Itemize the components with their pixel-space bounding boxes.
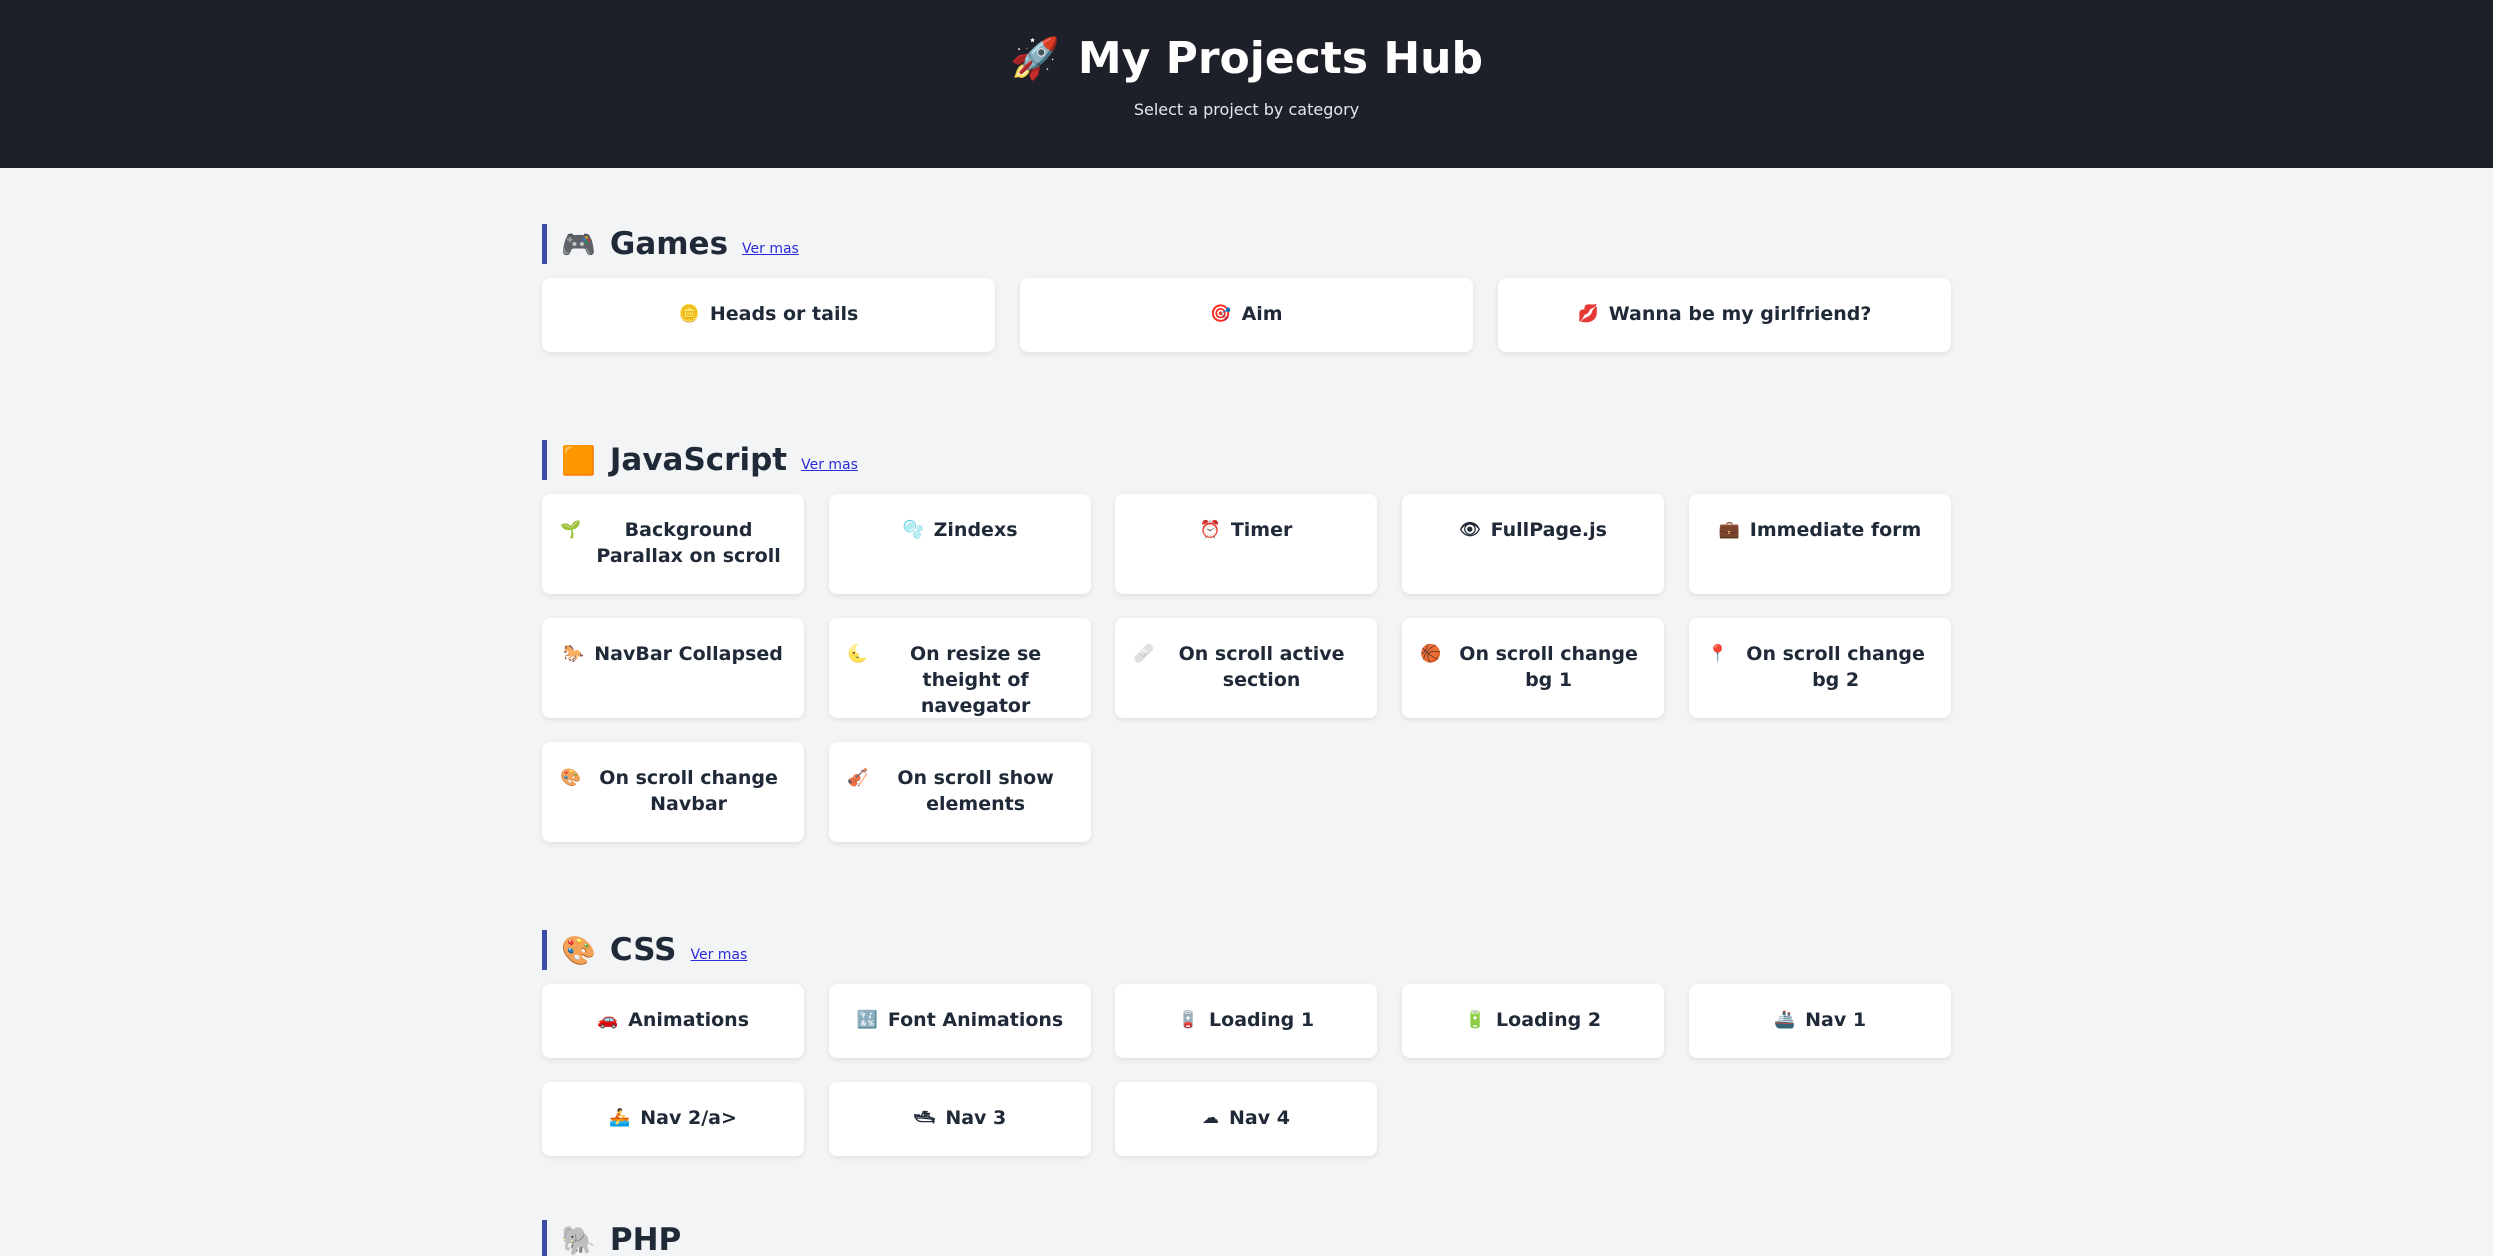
project-card-label: NavBar Collapsed — [594, 643, 783, 665]
horse-icon: 🐎 — [563, 644, 585, 664]
page-subtitle: Select a project by category — [1133, 100, 1360, 119]
project-card-label: Loading 1 — [1209, 1009, 1315, 1031]
project-card-zindexs[interactable]: 🫧 Zindexs — [829, 494, 1091, 594]
project-card-heads-or-tails[interactable]: 🪙 Heads or tails — [542, 278, 995, 352]
rower-icon: 🚣 — [609, 1108, 631, 1128]
target-icon: 🎯 — [1210, 304, 1232, 324]
elephant-icon: 🐘 — [561, 1223, 596, 1256]
ver-mas-link-css[interactable]: Ver mas — [690, 947, 747, 963]
violin-icon: 🎻 — [847, 768, 869, 788]
project-card-change-bg-1[interactable]: 🏀 On scroll change bg 1 — [1402, 618, 1664, 718]
alarm-icon: ⏰ — [1199, 520, 1221, 540]
moon-icon: 🌜 — [847, 644, 869, 664]
category-php: 🐘 PHP — [542, 1220, 1952, 1256]
project-card-label: Nav 1 — [1805, 1009, 1867, 1031]
bandage-icon: 🩹 — [1133, 644, 1155, 664]
project-card-label: Aim — [1241, 303, 1283, 325]
project-card-change-navbar[interactable]: 🎨 On scroll change Navbar — [542, 742, 804, 842]
boat-icon: 🛥 — [913, 1108, 936, 1128]
project-card-show-elements[interactable]: 🎻 On scroll show elements — [829, 742, 1091, 842]
category-title: JavaScript — [609, 442, 788, 478]
category-header: 🐘 PHP — [542, 1220, 1952, 1256]
project-card-animations[interactable]: 🚗 Animations — [542, 984, 804, 1058]
ver-mas-link-javascript[interactable]: Ver mas — [801, 457, 858, 473]
project-card-label: Background Parallax on scroll — [596, 519, 781, 567]
project-card-nav-3[interactable]: 🛥 Nav 3 — [829, 1082, 1091, 1156]
palette-icon: 🎨 — [560, 768, 582, 788]
project-card-change-bg-2[interactable]: 📍 On scroll change bg 2 — [1689, 618, 1951, 718]
category-header: 🎮 Games Ver mas — [542, 224, 1952, 264]
category-title: PHP — [609, 1222, 682, 1256]
battery-full-icon: 🔋 — [1464, 1010, 1487, 1030]
project-card-label: Animations — [628, 1009, 750, 1031]
ship-icon: 🚢 — [1773, 1010, 1796, 1030]
project-card-fullpage[interactable]: 👁 FullPage.js — [1402, 494, 1664, 594]
project-card-label: Timer — [1230, 519, 1293, 541]
project-card-loading-2[interactable]: 🔋 Loading 2 — [1402, 984, 1664, 1058]
project-card-immediate-form[interactable]: 💼 Immediate form — [1689, 494, 1951, 594]
palette-icon: 🎨 — [561, 933, 596, 967]
page-title: 🚀 My Projects Hub — [0, 30, 2493, 88]
cloud-icon: ☁ — [1202, 1108, 1220, 1128]
coin-icon: 🪙 — [678, 304, 700, 324]
ver-mas-link-games[interactable]: Ver mas — [742, 241, 799, 257]
project-card-label: Nav 2/a> — [640, 1107, 737, 1129]
input-symbols-icon: 🔣 — [856, 1010, 878, 1030]
project-card-nav-1[interactable]: 🚢 Nav 1 — [1689, 984, 1951, 1058]
project-card-loading-1[interactable]: 🪫 Loading 1 — [1115, 984, 1377, 1058]
category-header: 🟧 JavaScript Ver mas — [542, 440, 1952, 480]
page-header: 🚀 My Projects Hub Select a project by ca… — [0, 0, 2493, 168]
project-card-nav-4[interactable]: ☁ Nav 4 — [1115, 1082, 1377, 1156]
category-header: 🎨 CSS Ver mas — [542, 930, 1952, 970]
project-card-label: Font Animations — [887, 1009, 1064, 1031]
car-icon: 🚗 — [596, 1010, 619, 1030]
category-css: 🎨 CSS Ver mas 🚗 Animations 🔣 Font Animat… — [542, 930, 1952, 1156]
project-card-girlfriend[interactable]: 💋 Wanna be my girlfriend? — [1498, 278, 1951, 352]
eye-icon: 👁 — [1459, 520, 1481, 540]
gamepad-icon: 🎮 — [561, 227, 596, 261]
project-card-label: Heads or tails — [709, 303, 859, 325]
project-card-label: Nav 3 — [945, 1107, 1007, 1129]
project-card-label: On scroll change bg 1 — [1459, 643, 1638, 691]
rocket-icon: 🚀 — [1010, 36, 1060, 82]
pin-icon: 📍 — [1707, 644, 1729, 664]
project-card-timer[interactable]: ⏰ Timer — [1115, 494, 1377, 594]
project-card-label: On scroll change Navbar — [599, 767, 778, 815]
briefcase-icon: 💼 — [1718, 520, 1740, 540]
project-card-label: On scroll show elements — [897, 767, 1054, 815]
bubbles-icon: 🫧 — [902, 520, 924, 540]
project-card-aim[interactable]: 🎯 Aim — [1020, 278, 1473, 352]
project-card-label: Wanna be my girlfriend? — [1608, 303, 1872, 325]
project-card-label: Nav 4 — [1229, 1107, 1290, 1129]
lips-icon: 💋 — [1577, 304, 1599, 324]
project-card-background-parallax[interactable]: 🌱 Background Parallax on scroll — [542, 494, 804, 594]
project-card-font-animations[interactable]: 🔣 Font Animations — [829, 984, 1091, 1058]
sprout-icon: 🌱 — [560, 520, 582, 540]
project-card-label: On resize se theight of navegator — [910, 643, 1042, 717]
page-title-text: My Projects Hub — [1077, 33, 1483, 84]
battery-icon: 🪫 — [1177, 1010, 1200, 1030]
project-card-navbar-collapsed[interactable]: 🐎 NavBar Collapsed — [542, 618, 804, 718]
project-card-label: On scroll active section — [1178, 643, 1345, 691]
project-card-label: On scroll change bg 2 — [1746, 643, 1925, 691]
category-javascript: 🟧 JavaScript Ver mas 🌱 Background Parall… — [542, 440, 1952, 842]
basketball-icon: 🏀 — [1420, 644, 1442, 664]
category-games: 🎮 Games Ver mas 🪙 Heads or tails 🎯 Aim 💋… — [542, 224, 1952, 352]
category-title: Games — [609, 226, 729, 262]
project-card-on-resize[interactable]: 🌜 On resize se theight of navegator — [829, 618, 1091, 718]
project-card-label: Immediate form — [1749, 519, 1922, 541]
project-card-nav-2[interactable]: 🚣 Nav 2/a> — [542, 1082, 804, 1156]
project-card-label: Loading 2 — [1496, 1009, 1602, 1031]
orange-square-icon: 🟧 — [561, 443, 596, 477]
project-card-label: FullPage.js — [1490, 519, 1607, 541]
category-title: CSS — [609, 932, 677, 968]
project-card-active-section[interactable]: 🩹 On scroll active section — [1115, 618, 1377, 718]
project-card-label: Zindexs — [933, 519, 1018, 541]
